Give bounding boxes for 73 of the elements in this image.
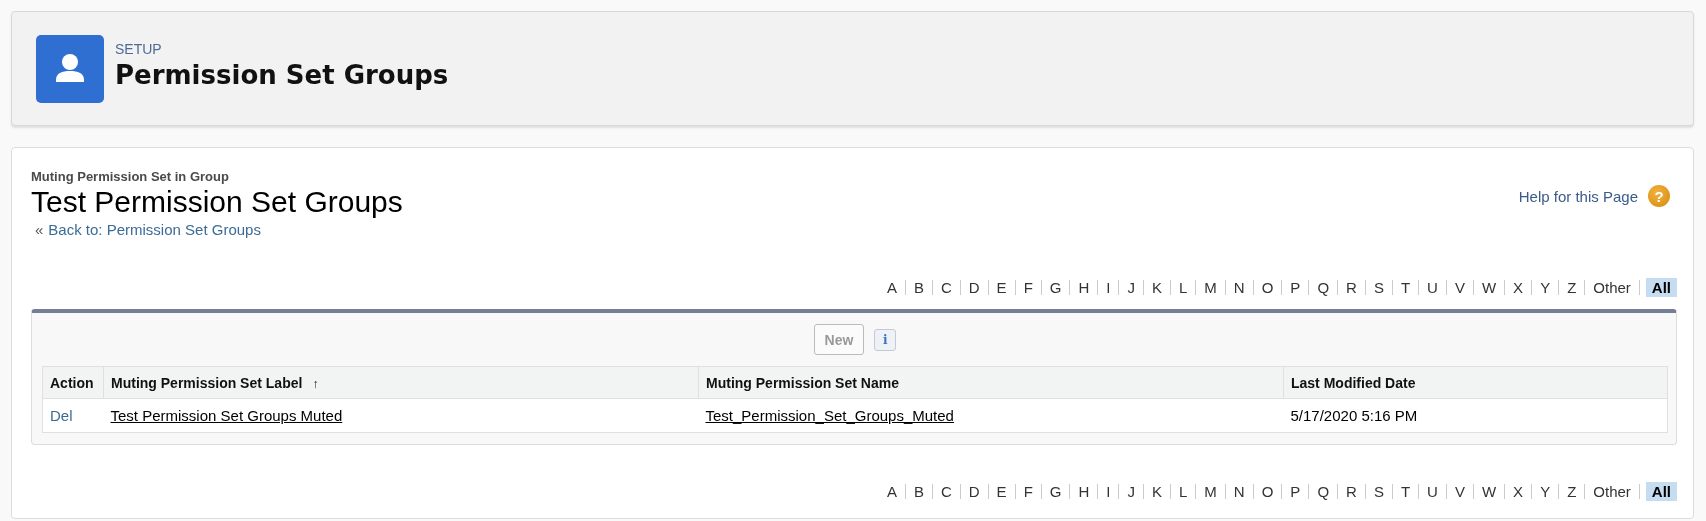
alphabet-filter-link[interactable]: D (966, 481, 982, 501)
alphabet-filter-link[interactable]: T (1398, 481, 1413, 501)
alphabet-filter-link[interactable]: X (1511, 481, 1526, 501)
alphabet-filter-link[interactable]: M (1202, 481, 1219, 501)
alphabet-filter-link[interactable]: All (1645, 277, 1677, 297)
record-link[interactable]: Test Permission Set Groups Muted (110, 407, 343, 424)
record-title: Test Permission Set Groups (31, 185, 403, 219)
alphabet-filter-link[interactable]: N (1231, 481, 1247, 501)
del-link[interactable]: Del (50, 407, 73, 424)
alphabet-filter-link[interactable]: H (1076, 277, 1092, 297)
alphabet-filter-link[interactable]: Q (1315, 277, 1332, 297)
alphabet-filter-link[interactable]: P (1288, 277, 1303, 297)
alphabet-filter-link[interactable]: Other (1591, 481, 1633, 501)
info-button[interactable]: i (874, 328, 897, 351)
alphabet-filter-link[interactable]: K (1150, 481, 1164, 501)
alphabet-filter-link[interactable]: Z (1565, 481, 1579, 501)
alphabet-filter-link[interactable]: B (911, 481, 926, 501)
alphabet-filter-link[interactable]: Z (1565, 277, 1579, 297)
alphabet-filter-link[interactable]: Y (1538, 481, 1553, 501)
alphabet-filter-link[interactable]: V (1452, 277, 1467, 297)
alphabet-filter-link[interactable]: W (1479, 277, 1499, 297)
alphabet-filter-link[interactable]: D (966, 277, 982, 297)
alphabet-filter-link[interactable]: G (1047, 277, 1064, 297)
help-link[interactable]: Help for this Page (1518, 187, 1638, 205)
section-label: SETUP (115, 39, 163, 58)
alphabet-filter-link[interactable]: J (1125, 481, 1137, 501)
record-link[interactable]: Test_Permission_Set_Groups_Muted (705, 407, 954, 424)
alphabet-filter-link[interactable]: B (911, 277, 926, 297)
alphabet-filter-link[interactable]: R (1344, 277, 1359, 297)
alphabet-filter-link[interactable]: Other (1591, 277, 1633, 297)
alphabet-filter-link[interactable]: V (1452, 481, 1467, 501)
column-header[interactable]: Muting Permission Set Label (111, 374, 303, 391)
alphabet-filter-link[interactable]: O (1259, 277, 1276, 297)
alphabet-filter-link[interactable]: Q (1315, 481, 1332, 501)
alphabet-filter-link[interactable]: I (1104, 481, 1113, 501)
alphabet-filter-link[interactable]: F (1021, 481, 1035, 501)
alphabet-filter-link[interactable]: Y (1538, 277, 1553, 297)
column-header[interactable]: Muting Permission Set Name (706, 374, 899, 391)
back-chevron: « (35, 221, 44, 238)
alphabet-filter-link[interactable]: K (1150, 277, 1164, 297)
alphabet-filter-link[interactable]: N (1231, 277, 1247, 297)
table-cell: 5/17/2020 5:16 PM (1290, 407, 1418, 424)
alphabet-filter-link[interactable]: M (1202, 277, 1219, 297)
user-icon (36, 34, 104, 103)
alphabet-filter-link[interactable]: O (1259, 481, 1276, 501)
alphabet-filter-link[interactable]: X (1511, 277, 1526, 297)
alphabet-filter-link[interactable]: G (1047, 481, 1064, 501)
alphabet-filter-link[interactable]: U (1425, 277, 1440, 297)
alphabet-filter-link[interactable]: S (1371, 481, 1386, 501)
alphabet-filter-link[interactable]: I (1104, 277, 1113, 297)
alphabet-filter-link[interactable]: A (884, 277, 899, 297)
page-title: Permission Set Groups (115, 58, 449, 92)
alphabet-filter-link[interactable]: E (994, 277, 1009, 297)
alphabet-filter-link[interactable]: C (938, 481, 954, 501)
record-type-label: Muting Permission Set in Group (31, 169, 230, 185)
alphabet-filter-link[interactable]: P (1288, 481, 1303, 501)
alphabet-filter-link[interactable]: H (1076, 481, 1092, 501)
sort-ascending-icon[interactable]: ↑ (312, 376, 319, 391)
column-header[interactable]: Last Modified Date (1291, 374, 1416, 391)
alphabet-filter-link[interactable]: U (1425, 481, 1440, 501)
alphabet-filter-link[interactable]: E (994, 481, 1009, 501)
alphabet-filter-link[interactable]: J (1125, 277, 1137, 297)
alphabet-filter-link[interactable]: All (1645, 481, 1677, 501)
alphabet-filter-link[interactable]: R (1344, 481, 1359, 501)
alphabet-filter-link[interactable]: T (1398, 277, 1413, 297)
alphabet-filter-link[interactable]: C (938, 277, 954, 297)
alphabet-filter-link[interactable]: L (1177, 481, 1190, 501)
alphabet-filter-link[interactable]: A (884, 481, 899, 501)
alphabet-filter-link[interactable]: W (1479, 481, 1499, 501)
alphabet-filter-link[interactable]: L (1177, 277, 1190, 297)
alphabet-filter-link[interactable]: F (1021, 277, 1035, 297)
back-link[interactable]: Back to: Permission Set Groups (48, 221, 261, 238)
alphabet-filter-link[interactable]: S (1371, 277, 1386, 297)
